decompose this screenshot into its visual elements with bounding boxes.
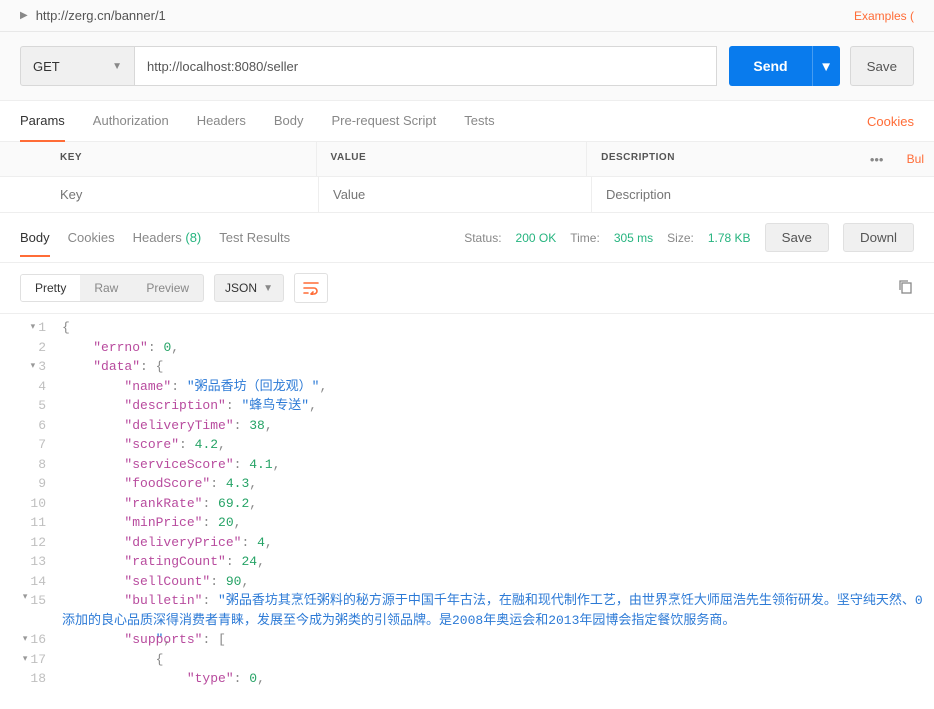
params-header: KEY VALUE DESCRIPTION ••• Bul: [0, 142, 934, 177]
response-tab-tests[interactable]: Test Results: [219, 230, 290, 245]
status-label: Status:: [464, 231, 501, 245]
request-row: GET ▼ Send ▼ Save: [0, 32, 934, 101]
cookies-link[interactable]: Cookies: [867, 114, 914, 129]
url-input[interactable]: [135, 46, 717, 86]
tab-authorization[interactable]: Authorization: [93, 101, 169, 141]
tab-headers[interactable]: Headers: [197, 101, 246, 141]
value-input[interactable]: [319, 177, 592, 212]
size-value: 1.78 KB: [708, 231, 751, 245]
tab-params[interactable]: Params: [20, 101, 65, 142]
size-label: Size:: [667, 231, 694, 245]
params-row: [0, 177, 934, 213]
view-bar: Pretty Raw Preview JSON ▼: [0, 263, 934, 314]
download-button[interactable]: Downl: [843, 223, 914, 252]
line-gutter: ▾12▾34567891011121314▾15▾16▾1718: [0, 318, 56, 689]
tab-tests[interactable]: Tests: [464, 101, 494, 141]
view-mode-segment: Pretty Raw Preview: [20, 274, 204, 302]
history-bar: ▶ http://zerg.cn/banner/1 Examples (: [0, 0, 934, 32]
view-raw[interactable]: Raw: [80, 275, 132, 301]
chevron-down-icon: ▼: [112, 61, 122, 72]
tab-prerequest[interactable]: Pre-request Script: [331, 101, 436, 141]
bulk-edit-link[interactable]: Bul: [897, 142, 934, 176]
response-tab-body[interactable]: Body: [20, 230, 50, 257]
examples-link[interactable]: Examples (: [854, 9, 914, 23]
method-label: GET: [33, 59, 60, 74]
more-icon[interactable]: •••: [857, 142, 897, 176]
history-url: http://zerg.cn/banner/1: [36, 8, 166, 23]
save-button[interactable]: Save: [850, 46, 914, 86]
description-input[interactable]: [592, 177, 864, 212]
time-label: Time:: [570, 231, 600, 245]
view-pretty[interactable]: Pretty: [21, 275, 80, 301]
chevron-down-icon: ▼: [263, 283, 273, 294]
save-response-button[interactable]: Save: [765, 223, 829, 252]
expand-icon[interactable]: ▶: [20, 10, 28, 21]
wrap-lines-button[interactable]: [294, 273, 328, 303]
time-value: 305 ms: [614, 231, 653, 245]
col-value: VALUE: [317, 142, 588, 176]
key-input[interactable]: [0, 177, 319, 212]
status-code: 200 OK: [516, 231, 557, 245]
col-description: DESCRIPTION: [587, 142, 857, 176]
code-source[interactable]: { "errno": 0, "data": { "name": "粥品香坊（回龙…: [56, 318, 934, 689]
copy-icon[interactable]: [898, 279, 914, 298]
response-tabs-bar: Body Cookies Headers (8) Test Results St…: [0, 213, 934, 263]
view-preview[interactable]: Preview: [132, 275, 203, 301]
col-key: KEY: [0, 142, 317, 176]
request-tabs: Params Authorization Headers Body Pre-re…: [0, 101, 934, 142]
method-select[interactable]: GET ▼: [20, 46, 135, 86]
tab-body[interactable]: Body: [274, 101, 304, 141]
send-dropdown[interactable]: ▼: [812, 46, 840, 86]
format-select[interactable]: JSON ▼: [214, 274, 284, 302]
response-body: ▾12▾34567891011121314▾15▾16▾1718 { "errn…: [0, 314, 934, 709]
response-tab-headers[interactable]: Headers (8): [133, 230, 202, 245]
response-tab-cookies[interactable]: Cookies: [68, 230, 115, 245]
send-button[interactable]: Send: [729, 46, 811, 86]
